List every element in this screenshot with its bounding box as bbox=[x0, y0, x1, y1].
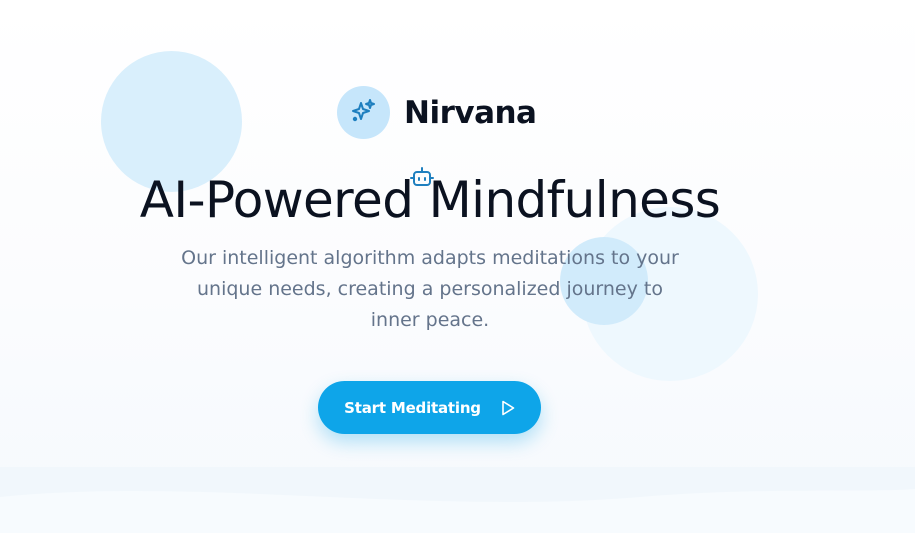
cta-label: Start Meditating bbox=[344, 398, 481, 417]
logo-badge bbox=[337, 86, 390, 139]
hero-headline: AI-Powered Mindfulness bbox=[139, 171, 721, 229]
brand-name: Nirvana bbox=[404, 94, 537, 131]
brand: Nirvana bbox=[337, 86, 537, 139]
sparkles-icon bbox=[350, 97, 378, 129]
play-icon bbox=[501, 400, 515, 416]
hero-description: Our intelligent algorithm adapts meditat… bbox=[181, 247, 679, 331]
start-meditating-button[interactable]: Start Meditating bbox=[318, 381, 541, 434]
wave-divider bbox=[0, 467, 915, 533]
